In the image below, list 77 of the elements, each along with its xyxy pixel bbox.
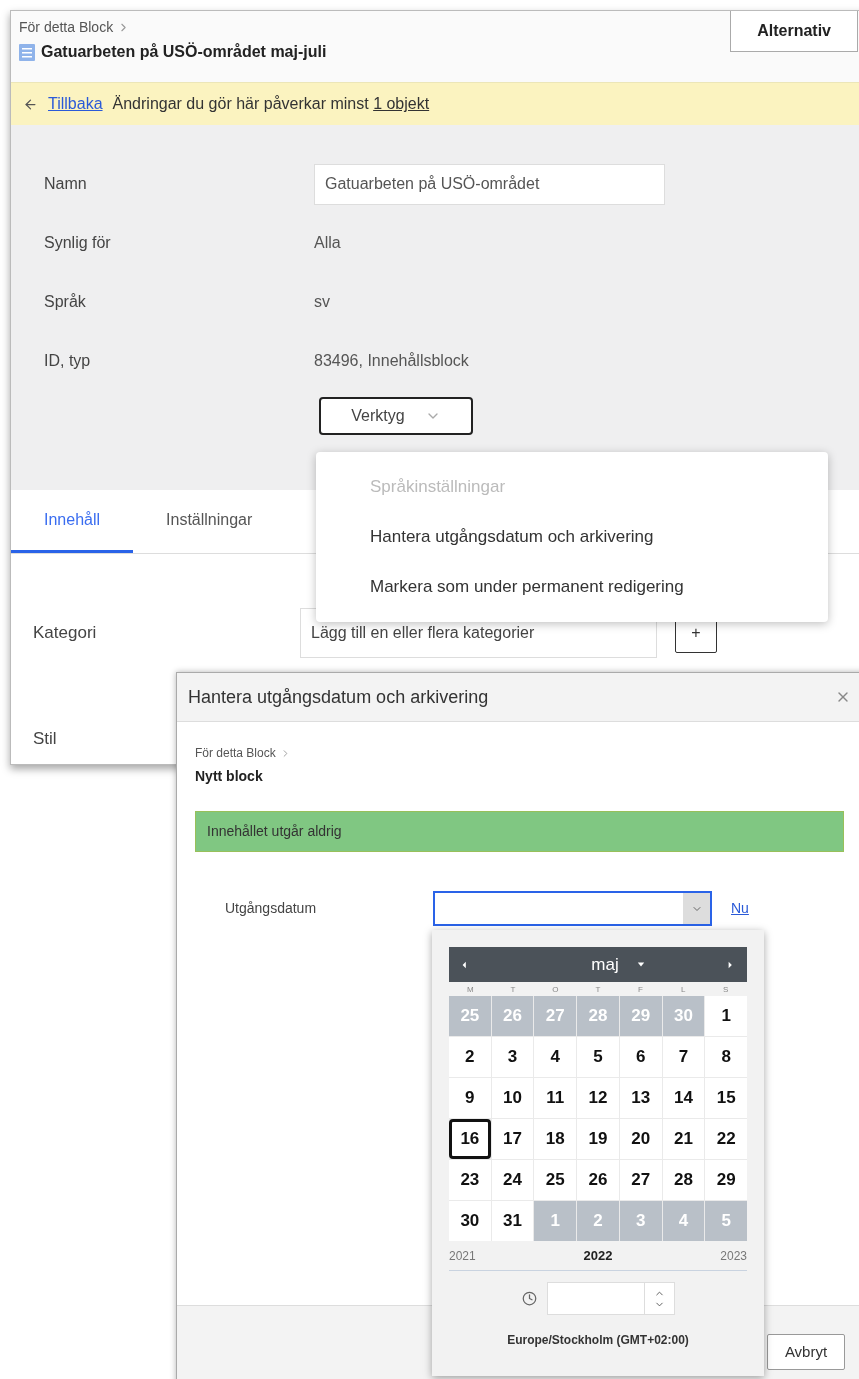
- status-bar: Innehållet utgår aldrig: [195, 811, 844, 852]
- tab[interactable]: Innehåll: [11, 489, 134, 553]
- calendar-day[interactable]: 6: [619, 1037, 662, 1077]
- weekday-label: O: [551, 984, 560, 996]
- notice-text: Ändringar du gör här påverkar minst 1 objekt: [112, 94, 430, 115]
- weekday-label: F: [637, 984, 644, 996]
- calendar-day[interactable]: 24: [491, 1160, 534, 1200]
- document-icon: [19, 43, 35, 61]
- calendar-day[interactable]: 30: [449, 1201, 491, 1241]
- calendar-day[interactable]: 31: [491, 1201, 534, 1241]
- year-option[interactable]: 2022: [583, 1245, 613, 1266]
- objects-link[interactable]: 1 objekt: [373, 95, 430, 113]
- property-label: Namn: [43, 174, 88, 195]
- timezone-label: Europe/Stockholm (GMT+02:00): [507, 1332, 689, 1349]
- calendar-day[interactable]: 13: [619, 1078, 662, 1118]
- field-label: Stil: [32, 728, 58, 751]
- weekday-label: L: [679, 984, 687, 996]
- now-link[interactable]: Nu: [731, 898, 749, 919]
- calendar-day[interactable]: 8: [705, 1037, 747, 1077]
- calendar-day[interactable]: 7: [662, 1037, 705, 1077]
- calendar-day[interactable]: 26: [577, 1160, 619, 1200]
- property-value: sv: [314, 292, 330, 313]
- weekday-label: T: [509, 984, 517, 996]
- category-input[interactable]: Lägg till en eller flera kategorier: [300, 608, 657, 658]
- back-link[interactable]: Tillbaka: [48, 92, 103, 117]
- calendar-day[interactable]: 4: [534, 1037, 577, 1077]
- tab[interactable]: Inställningar: [133, 489, 286, 553]
- calendar-day[interactable]: 19: [577, 1119, 619, 1159]
- year-option[interactable]: 2023: [720, 1246, 747, 1265]
- breadcrumb-link[interactable]: För detta Block: [195, 744, 276, 762]
- calendar-day[interactable]: 3: [491, 1037, 534, 1077]
- calendar-day[interactable]: 9: [449, 1078, 491, 1118]
- back-arrow-icon: [23, 96, 38, 112]
- field-label: Kategori: [32, 622, 98, 645]
- calendar-day[interactable]: 14: [662, 1078, 705, 1118]
- calendar-day[interactable]: 18: [534, 1119, 577, 1159]
- calendar-day[interactable]: 11: [534, 1078, 577, 1118]
- dialog-title: Hantera utgångsdatum och arkivering: [188, 685, 489, 709]
- month-label[interactable]: maj: [591, 951, 619, 978]
- breadcrumb-link[interactable]: För detta Block: [19, 17, 114, 38]
- time-input[interactable]: [546, 1282, 675, 1315]
- page-title: Gatuarbeten på USÖ-området maj-juli: [41, 41, 327, 62]
- calendar-day[interactable]: 22: [705, 1119, 747, 1159]
- weekday-label: T: [594, 984, 602, 996]
- calendar-day[interactable]: 12: [577, 1078, 619, 1118]
- calendar-day[interactable]: 17: [491, 1119, 534, 1159]
- tools-dropdown[interactable]: Verktyg: [319, 397, 473, 435]
- date-input[interactable]: [433, 891, 712, 926]
- dialog-heading: Nytt block: [195, 767, 264, 786]
- menu-item[interactable]: Hantera utgångsdatum och arkivering: [316, 512, 828, 562]
- name-input[interactable]: Gatuarbeten på USÖ-området: [314, 164, 665, 205]
- previous-month-icon[interactable]: [461, 959, 469, 970]
- calendar-day[interactable]: 28: [662, 1160, 705, 1200]
- options-button[interactable]: Alternativ: [730, 11, 858, 52]
- calendar-day[interactable]: 16: [449, 1119, 491, 1159]
- calendar-day[interactable]: 27: [619, 1160, 662, 1200]
- weekday-label: M: [465, 984, 475, 996]
- calendar-day[interactable]: 10: [491, 1078, 534, 1118]
- property-value: 83496, Innehållsblock: [314, 351, 469, 372]
- property-label: ID, typ: [43, 351, 92, 372]
- property-value: Alla: [314, 233, 341, 254]
- calendar-day[interactable]: 5: [577, 1037, 619, 1077]
- property-label: Språk: [43, 292, 87, 313]
- cancel-button[interactable]: Avbryt: [767, 1334, 845, 1370]
- calendar-day[interactable]: 2: [449, 1037, 491, 1077]
- calendar-day[interactable]: 20: [619, 1119, 662, 1159]
- calendar-day[interactable]: 23: [449, 1160, 491, 1200]
- year-option[interactable]: 2021: [449, 1246, 476, 1265]
- calendar-day[interactable]: 29: [705, 1160, 747, 1200]
- calendar-day[interactable]: 25: [534, 1160, 577, 1200]
- calendar-day[interactable]: 1: [705, 996, 747, 1036]
- calendar-day[interactable]: 21: [662, 1119, 705, 1159]
- field-label: Utgångsdatum: [224, 899, 318, 918]
- clock-icon: [521, 1291, 537, 1306]
- calendar-day[interactable]: 15: [705, 1078, 747, 1118]
- weekday-label: S: [722, 984, 730, 996]
- property-label: Synlig för: [43, 233, 112, 254]
